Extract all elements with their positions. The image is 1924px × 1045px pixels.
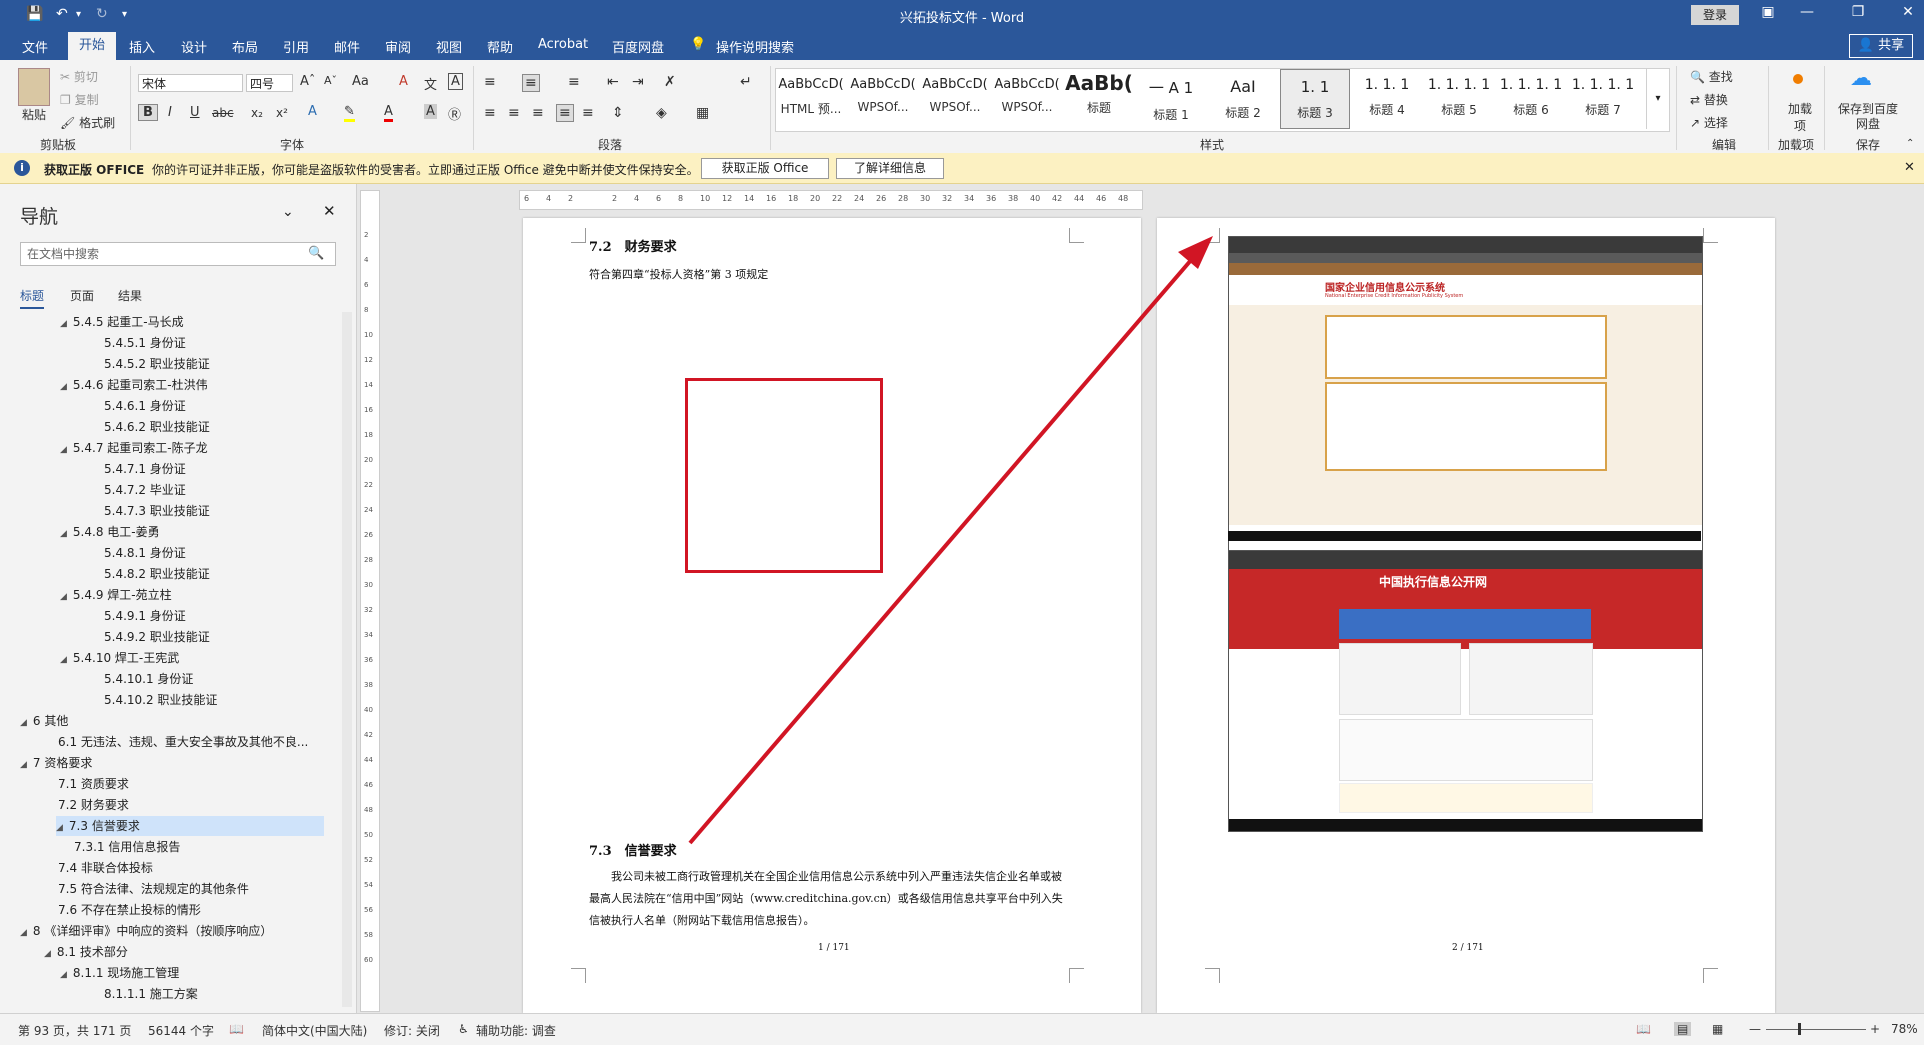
status-bar: 第 93 页，共 171 页 56144 个字 📖 简体中文(中国大陆) 修订:… <box>0 1013 1924 1045</box>
accessibility-status[interactable]: 辅助功能: 调查 <box>476 1022 556 1039</box>
zoom-in-icon[interactable]: + <box>1870 1022 1880 1036</box>
track-changes-status[interactable]: 修订: 关闭 <box>384 1022 440 1039</box>
zoom-slider[interactable] <box>1766 1029 1866 1030</box>
proofing-icon[interactable]: 📖 <box>229 1022 244 1036</box>
print-layout-icon[interactable]: ▤ <box>1674 1022 1692 1036</box>
read-mode-icon[interactable]: 📖 <box>1636 1022 1651 1036</box>
arrow-head <box>1178 236 1213 269</box>
word-count[interactable]: 56144 个字 <box>148 1022 214 1039</box>
page-count[interactable]: 第 93 页，共 171 页 <box>18 1022 131 1039</box>
web-layout-icon[interactable]: ▦ <box>1712 1022 1723 1036</box>
zoom-level[interactable]: 78% <box>1891 1022 1918 1036</box>
zoom-slider-thumb[interactable] <box>1798 1023 1801 1035</box>
arrow-shaft <box>688 250 1200 845</box>
red-arrow-annotation <box>688 236 1213 845</box>
language-indicator[interactable]: 简体中文(中国大陆) <box>262 1022 367 1039</box>
zoom-out-icon[interactable]: — <box>1749 1022 1761 1036</box>
accessibility-icon: ♿ <box>458 1022 469 1036</box>
